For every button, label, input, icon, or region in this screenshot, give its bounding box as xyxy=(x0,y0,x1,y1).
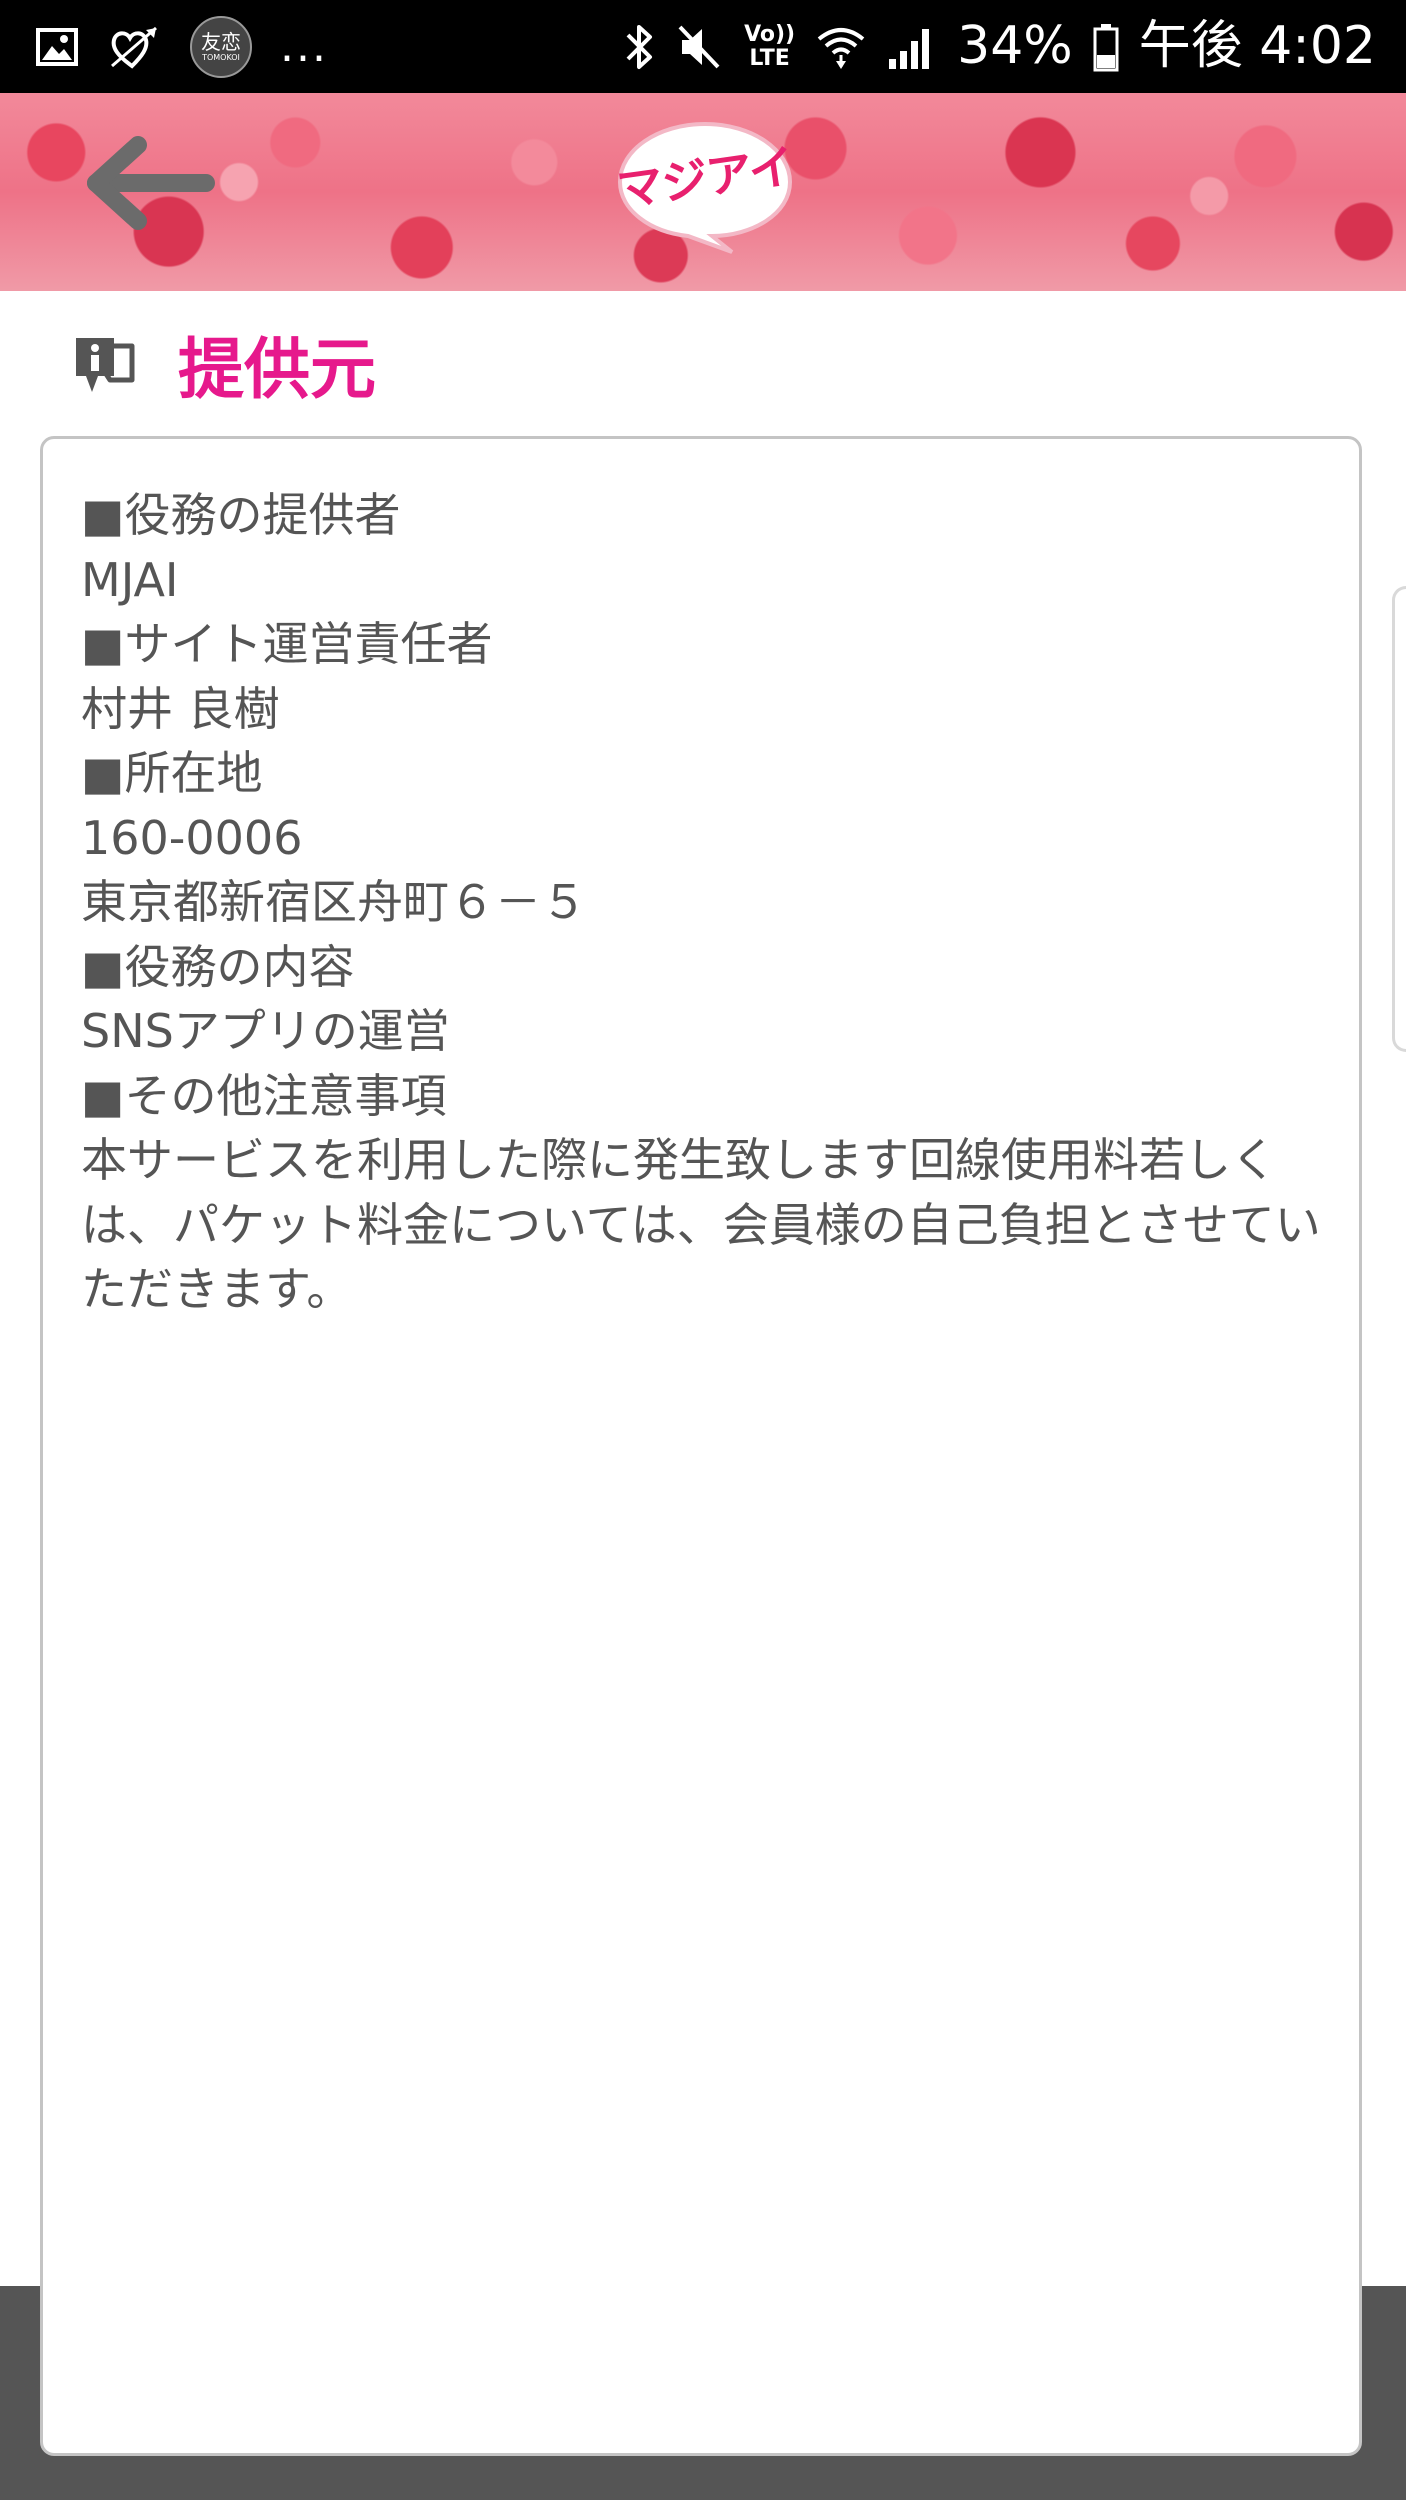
label-service-content: ■役務の内容 xyxy=(81,939,355,994)
value-other-notes: 本サービスを利用した際に発生致します回線使用料若しくは、パケット料金については、… xyxy=(81,1133,1321,1316)
battery-icon xyxy=(1093,23,1119,71)
value-site-manager: 村井 良樹 xyxy=(81,681,280,736)
status-left: 友恋 TOMOKOI ... xyxy=(34,14,328,79)
page-title: 提供元 xyxy=(178,331,376,408)
volte-top-text: Vo)) xyxy=(744,21,796,47)
wifi-icon xyxy=(817,27,865,69)
value-provider: MJAI xyxy=(81,552,179,607)
clock: 午後 4:02 xyxy=(1138,16,1376,76)
back-arrow-icon[interactable] xyxy=(80,133,220,233)
tomokoi-icon: 友恋 TOMOKOI xyxy=(190,15,252,78)
app-logo: マジアイ xyxy=(612,118,798,256)
label-site-manager: ■サイト運営責任者 xyxy=(81,617,493,671)
heart-arrow-icon xyxy=(111,26,157,69)
tomokoi-badge-sub: TOMOKOI xyxy=(202,52,240,62)
value-address: 東京都新宿区舟町６－５ xyxy=(81,875,587,929)
label-provider: ■役務の提供者 xyxy=(81,488,401,542)
section-header: 提供元 xyxy=(70,320,376,420)
mute-icon xyxy=(678,25,720,68)
app-header: マジアイ xyxy=(0,93,1406,291)
status-bar: 友恋 TOMOKOI ... Vo)) LTE 34% 午後 4:02 xyxy=(0,0,1406,93)
label-other-notes: ■その他注意事項 xyxy=(81,1068,447,1123)
tomokoi-badge-text: 友恋 xyxy=(201,29,241,54)
value-service-content: SNSアプリの運営 xyxy=(81,1004,450,1058)
volte-bottom-text: LTE xyxy=(749,45,790,71)
status-right: Vo)) LTE 34% 午後 4:02 xyxy=(624,14,1376,79)
provider-info-box: ■役務の提供者 MJAI ■サイト運営責任者 村井 良樹 ■所在地 160-00… xyxy=(40,436,1362,2456)
volte-icon: Vo)) LTE xyxy=(744,21,796,71)
bluetooth-icon xyxy=(626,24,653,69)
battery-percentage: 34% xyxy=(957,16,1073,76)
value-postal-code: 160-0006 xyxy=(81,810,303,865)
label-address: ■所在地 xyxy=(81,746,263,800)
image-icon xyxy=(36,27,78,66)
signal-icon xyxy=(889,28,930,69)
edge-panel-handle[interactable] xyxy=(1392,586,1406,1052)
info-speech-icon xyxy=(76,338,135,392)
more-notifications-indicator: ... xyxy=(280,21,328,72)
